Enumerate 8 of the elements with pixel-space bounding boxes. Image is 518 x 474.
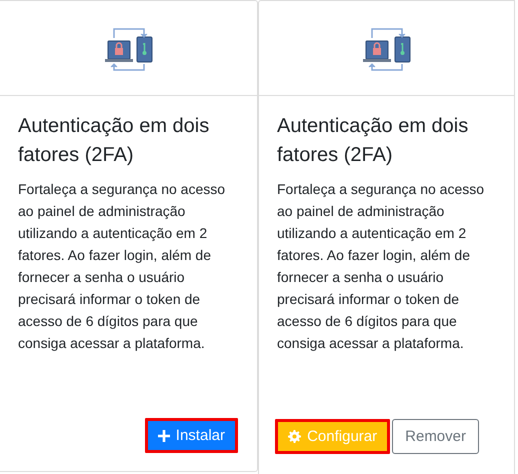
card-description: Fortaleça a segurança no acesso ao painel de administração utilizando a autenticação em 2 fatores. Ao fazer login, além de fornecer a senha o usuário precisará informar o token de acesso de 6 dígitos para que consiga acessar a plataforma. <box>277 180 486 353</box>
card-title: Autenticação em dois fatores (2FA) <box>18 114 210 168</box>
remove-button[interactable]: Remover <box>392 419 479 454</box>
plus-icon <box>158 430 170 442</box>
card-description: Fortaleça a segurança no acesso ao painel de administração utilizando a autenticação em 2 fatores. Ao fazer login, além de fornecer a senha o usuário precisará informar o token de acesso de 6 dígitos para que consiga acessar a plataforma. <box>18 180 226 353</box>
gear-icon <box>288 430 302 443</box>
install-button[interactable]: Instalar <box>144 418 238 453</box>
card-title: Autenticação em dois fatores (2FA) <box>277 114 470 168</box>
